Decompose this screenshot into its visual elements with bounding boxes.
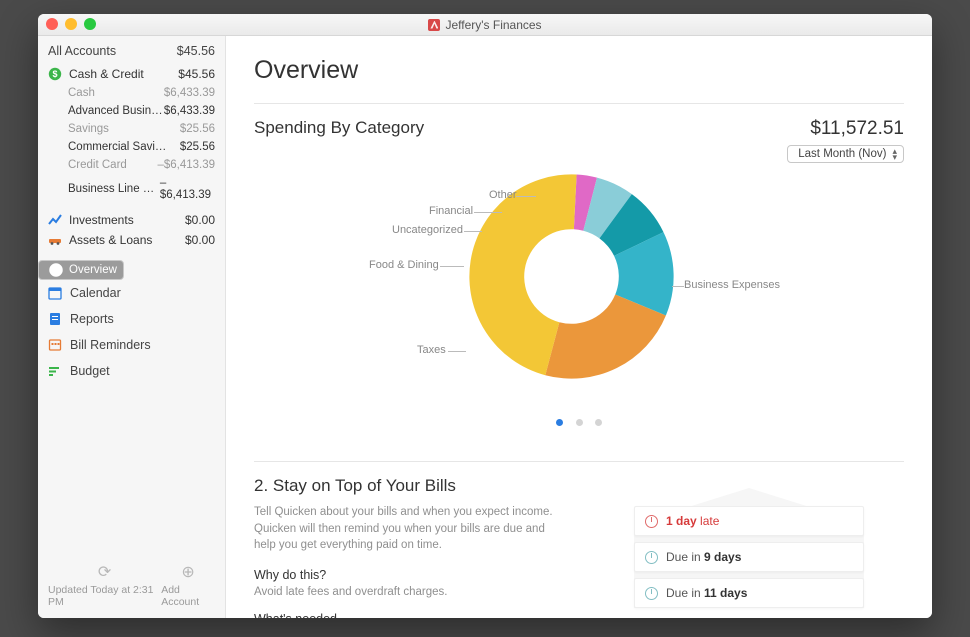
sidebar-assets-loans[interactable]: Assets & Loans $0.00 [38,230,225,250]
pager-dot-3[interactable] [595,419,602,426]
spending-total: $11,572.51 [787,118,904,140]
window-title: Jeffery's Finances [445,18,541,32]
chart-label-other: Other [489,189,517,201]
cash-credit-label: Cash & Credit [69,67,144,81]
clock-icon [645,587,658,600]
sidebar-cash-credit[interactable]: $ Cash & Credit $45.56 [38,64,225,84]
pager-dot-2[interactable] [576,419,583,426]
chart-label-financial: Financial [429,205,473,217]
chart-label-business-expenses: Business Expenses [684,279,780,291]
period-select[interactable]: Last Month (Nov) ▴▾ [787,145,904,163]
account-row-credit-card[interactable]: Credit Card–$6,413.39 [38,156,225,174]
chart-label-food-dining: Food & Dining [369,259,439,271]
nav-calendar[interactable]: Calendar [38,280,225,306]
account-row-advanced-business[interactable]: Advanced Business…$6,433.39 [38,102,225,120]
bills-needed-heading: What's needed [254,612,574,618]
bills-heading: 2. Stay on Top of Your Bills [254,476,574,496]
calendar-icon [48,286,62,300]
bill-due-item: Due in 9 days [634,542,864,572]
nav-bill-reminders[interactable]: Bill Reminders [38,332,225,358]
reminders-icon [48,338,62,352]
reports-icon [48,312,62,326]
cash-credit-amount: $45.56 [178,67,215,81]
all-accounts-label: All Accounts [48,44,116,58]
carousel-pager [254,413,904,431]
clock-icon [645,515,658,528]
app-icon [428,19,440,31]
bills-why-text: Avoid late fees and overdraft charges. [254,584,574,600]
page-title: Overview [254,56,904,85]
account-row-cash[interactable]: Cash$6,433.39 [38,84,225,102]
account-row-savings[interactable]: Savings$25.56 [38,120,225,138]
zoom-window-button[interactable] [84,18,96,30]
add-account-button[interactable]: ⊕ Add Account [161,562,215,608]
bill-due-item-late: 1 day late [634,506,864,536]
all-accounts-amount: $45.56 [177,44,215,58]
bill-due-item: Due in 11 days [634,578,864,608]
svg-text:$: $ [52,69,57,79]
app-window: Jeffery's Finances All Accounts $45.56 $… [38,14,932,618]
account-row-commercial-savings[interactable]: Commercial Savings$25.56 [38,138,225,156]
bills-why-heading: Why do this? [254,568,574,582]
sidebar: All Accounts $45.56 $ Cash & Credit $45.… [38,36,226,618]
chart-label-taxes: Taxes [417,344,446,356]
clock-icon [645,551,658,564]
car-icon [48,233,62,247]
upcoming-bills-illustration: 1 day late Due in 9 days Due in 11 days [634,506,864,614]
spending-donut-chart[interactable]: Business Expenses Taxes Food & Dining Un… [254,169,904,409]
investments-icon [48,213,62,227]
spending-card: Spending By Category $11,572.51 Last Mon… [254,103,904,431]
dollar-circle-icon: $ [48,67,62,81]
minimize-window-button[interactable] [65,18,77,30]
nav-overview[interactable]: Overview [38,260,124,280]
account-row-business-line[interactable]: Business Line of…–$6,413.39 [38,174,225,204]
chart-label-uncategorized: Uncategorized [392,224,463,236]
refresh-button[interactable]: ⟳ Updated Today at 2:31 PM [48,562,161,608]
spending-title: Spending By Category [254,118,424,138]
pager-dot-1[interactable] [556,419,563,426]
plus-circle-icon: ⊕ [181,562,194,582]
overview-icon [49,263,63,277]
chevron-updown-icon: ▴▾ [892,148,897,160]
nav-budget[interactable]: Budget [38,358,225,384]
refresh-icon: ⟳ [98,562,111,582]
main-content: Overview Spending By Category $11,572.51… [226,36,932,618]
close-window-button[interactable] [46,18,58,30]
bills-description: Tell Quicken about your bills and when y… [254,504,564,554]
bills-card: 2. Stay on Top of Your Bills Tell Quicke… [254,461,904,618]
sidebar-investments[interactable]: Investments $0.00 [38,210,225,230]
sidebar-all-accounts[interactable]: All Accounts $45.56 [38,36,225,64]
budget-icon [48,364,62,378]
nav-reports[interactable]: Reports [38,306,225,332]
titlebar: Jeffery's Finances [38,14,932,36]
